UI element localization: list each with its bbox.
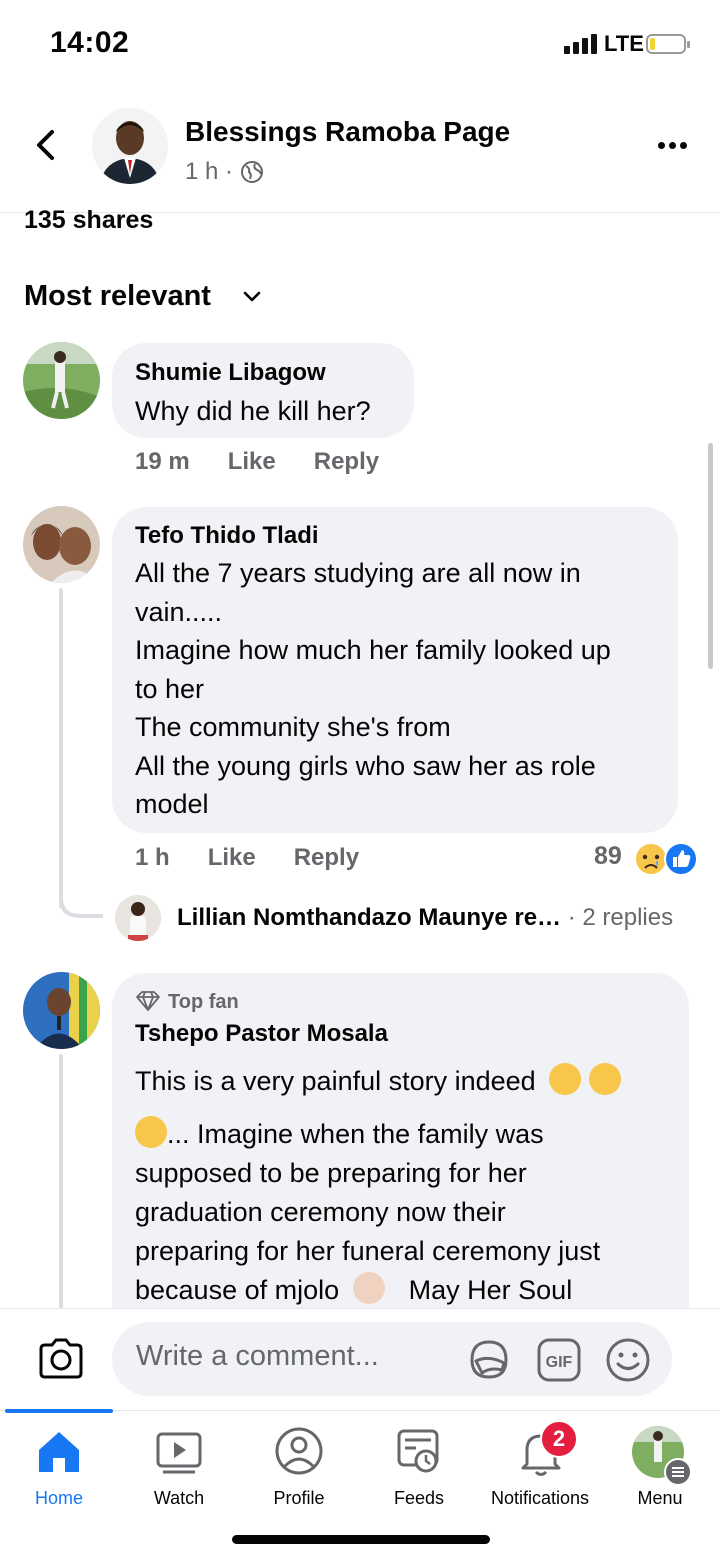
comment-line: This is a very painful story indeed	[135, 1062, 675, 1101]
comment-line: preparing for her funeral ceremony just	[135, 1236, 601, 1266]
comment-line: The community she's from	[135, 712, 451, 742]
svg-text:GIF: GIF	[546, 1354, 573, 1371]
home-indicator[interactable]	[232, 1535, 490, 1544]
comment-line-text: ... Imagine when the family was	[167, 1119, 544, 1149]
diamond-icon	[136, 991, 160, 1011]
commenter-avatar[interactable]	[23, 972, 100, 1049]
gif-icon[interactable]: GIF	[536, 1337, 582, 1383]
emoji-icon[interactable]	[605, 1337, 651, 1383]
profile-icon	[275, 1427, 323, 1475]
tab-menu[interactable]: Menu	[600, 1420, 718, 1520]
comment-line: graduation ceremony now their	[135, 1197, 506, 1227]
tab-label: Home	[34, 1488, 83, 1508]
tab-profile[interactable]: Profile	[240, 1420, 358, 1520]
menu-lines-icon	[664, 1458, 692, 1486]
shares-count[interactable]: 135 shares	[24, 206, 153, 235]
battery-icon	[646, 34, 690, 54]
comment-time: 19 m	[135, 448, 190, 475]
comment-actions: 19 m Like Reply	[135, 448, 417, 476]
home-icon	[39, 1432, 79, 1472]
comment-line: to her	[135, 673, 205, 704]
thread-line	[59, 588, 63, 908]
page-title[interactable]: Blessings Ramoba Page	[185, 116, 510, 148]
sad-reaction-icon	[636, 844, 666, 874]
globe-icon	[241, 161, 263, 183]
post-time: 1 h ·	[185, 158, 234, 185]
comment-text: Why did he kill her?	[135, 396, 371, 426]
status-time: 14:02	[50, 26, 130, 59]
signal-icon	[564, 34, 600, 54]
reply-preview[interactable]: Lillian Nomthandazo Maunye re… · 2 repli…	[177, 904, 673, 932]
comment-line: All the 7 years studying are all now in	[135, 558, 581, 588]
like-button[interactable]: Like	[228, 448, 276, 475]
tab-notifications[interactable]: 2 Notifications	[480, 1420, 600, 1520]
comment-text: This is a very painful story indeed ... …	[135, 1062, 675, 1310]
video-icon	[156, 1432, 202, 1474]
tab-feeds[interactable]: Feeds	[360, 1420, 478, 1520]
facepalm-emoji	[352, 1272, 385, 1304]
comment-line: Imagine how much her family looked up	[135, 635, 611, 665]
anxious-face-emoji	[135, 1116, 167, 1148]
more-options-icon[interactable]	[656, 136, 690, 156]
comment-actions: 1 h Like Reply	[135, 844, 397, 872]
tab-watch[interactable]: Watch	[120, 1420, 238, 1520]
comment-line: supposed to be preparing for her	[135, 1158, 527, 1188]
anxious-face-emoji	[588, 1063, 621, 1095]
comment-line: All the young girls who saw her as role	[135, 750, 596, 781]
like-button[interactable]: Like	[208, 844, 256, 871]
commenter-name[interactable]: Shumie Libagow	[135, 359, 326, 387]
comment-placeholder: Write a comment...	[136, 1340, 379, 1372]
reaction-summary[interactable]: 89	[594, 842, 698, 876]
commenter-avatar[interactable]	[23, 506, 100, 583]
comment-line: ... Imagine when the family was	[135, 1115, 675, 1154]
comment-line: vain.....	[135, 596, 223, 627]
tab-label: Notifications	[490, 1488, 590, 1508]
camera-icon[interactable]	[37, 1337, 85, 1381]
tab-label: Profile	[273, 1488, 325, 1508]
tab-label: Feeds	[393, 1488, 445, 1508]
feeds-icon	[397, 1429, 439, 1473]
scrollbar[interactable]	[708, 443, 713, 669]
like-reaction-icon	[664, 842, 698, 876]
reply-avatar[interactable]	[115, 895, 161, 941]
comment-line: because of mjolo May Her Soul	[135, 1271, 675, 1310]
chevron-down-icon[interactable]	[242, 288, 262, 306]
sort-label[interactable]: Most relevant	[24, 280, 211, 313]
sticker-icon[interactable]	[466, 1337, 512, 1383]
notification-badge: 2	[540, 1420, 578, 1458]
back-arrow-icon[interactable]	[30, 128, 64, 162]
comment-line-text: because of mjolo	[135, 1275, 340, 1305]
commenter-avatar[interactable]	[23, 342, 100, 419]
comment-text: All the 7 years studying are all now in …	[135, 554, 675, 824]
tab-label: Menu	[637, 1488, 683, 1508]
thread-curve	[59, 880, 103, 918]
comment-time: 1 h	[135, 844, 170, 871]
comment-line-text: This is a very painful story indeed	[135, 1066, 536, 1096]
reply-button[interactable]: Reply	[314, 448, 379, 475]
page-avatar[interactable]	[92, 108, 168, 184]
reaction-count: 89	[594, 842, 622, 870]
thread-line	[59, 1054, 63, 1310]
tab-home[interactable]: Home	[0, 1420, 118, 1520]
reply-preview-text[interactable]: Lillian Nomthandazo Maunye re…	[177, 904, 561, 931]
network-label: LTE	[604, 31, 644, 56]
commenter-name[interactable]: Tefo Thido Tladi	[135, 522, 319, 550]
reply-button[interactable]: Reply	[294, 844, 359, 871]
active-tab-indicator	[5, 1409, 113, 1413]
tab-label: Watch	[153, 1488, 205, 1508]
comment-line: model	[135, 789, 209, 819]
reply-count[interactable]: · 2 replies	[568, 904, 673, 931]
anxious-face-emoji	[549, 1063, 582, 1095]
commenter-name[interactable]: Tshepo Pastor Mosala	[135, 1020, 388, 1048]
comment-line-text: May Her Soul	[408, 1275, 573, 1305]
top-fan-badge[interactable]: Top fan	[168, 991, 239, 1014]
